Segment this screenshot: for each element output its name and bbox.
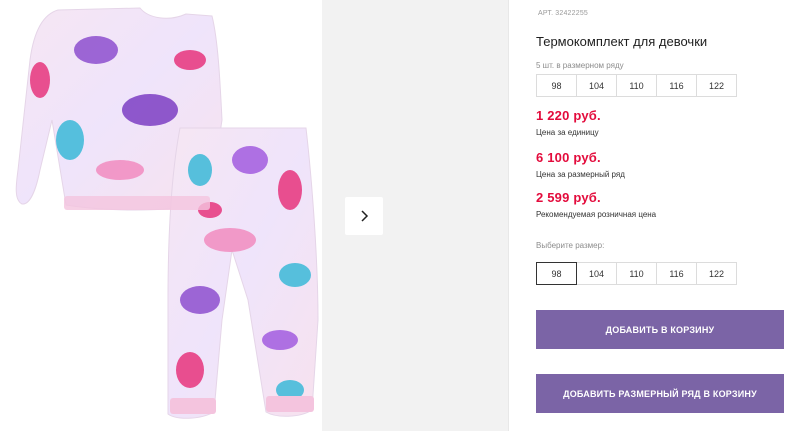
pajama-set-illustration: [15, 7, 319, 419]
product-photo[interactable]: [0, 0, 322, 431]
retail-price: 2 599 руб.: [536, 190, 601, 205]
chevron-right-icon: [361, 210, 369, 222]
retail-price-note: Рекомендуемая розничная цена: [536, 210, 657, 219]
article-value: 32422255: [555, 10, 589, 17]
size-row-item: 110: [616, 74, 657, 97]
size-row-label: 5 шт. в размерном ряду: [536, 61, 624, 70]
size-option-110[interactable]: 110: [616, 262, 657, 285]
article-number: АРТ. 32422255: [536, 10, 588, 17]
size-row-item: 104: [576, 74, 617, 97]
size-option-98[interactable]: 98: [536, 262, 577, 285]
unit-price: 1 220 руб.: [536, 108, 601, 123]
add-size-row-to-cart-button[interactable]: ДОБАВИТЬ РАЗМЕРНЫЙ РЯД В КОРЗИНУ: [536, 374, 784, 413]
size-option-122[interactable]: 122: [696, 262, 737, 285]
size-row-item: 122: [696, 74, 737, 97]
product-gallery: [0, 0, 508, 431]
next-image-button[interactable]: [345, 197, 383, 235]
product-title: Термокомплект для девочки: [536, 34, 708, 49]
size-option-104[interactable]: 104: [576, 262, 617, 285]
size-picker: 98 104 110 116 122: [536, 262, 737, 285]
unit-price-note: Цена за единицу: [536, 128, 599, 137]
size-row-price: 6 100 руб.: [536, 150, 601, 165]
size-row-item: 98: [536, 74, 577, 97]
size-picker-label: Выберите размер:: [536, 241, 605, 250]
size-option-116[interactable]: 116: [656, 262, 697, 285]
size-row-item: 116: [656, 74, 697, 97]
size-row-price-note: Цена за размерный ряд: [536, 170, 625, 179]
size-row-list: 98 104 110 116 122: [536, 74, 737, 97]
article-label: АРТ.: [538, 10, 554, 17]
column-divider: [508, 0, 509, 431]
add-to-cart-button[interactable]: ДОБАВИТЬ В КОРЗИНУ: [536, 310, 784, 349]
